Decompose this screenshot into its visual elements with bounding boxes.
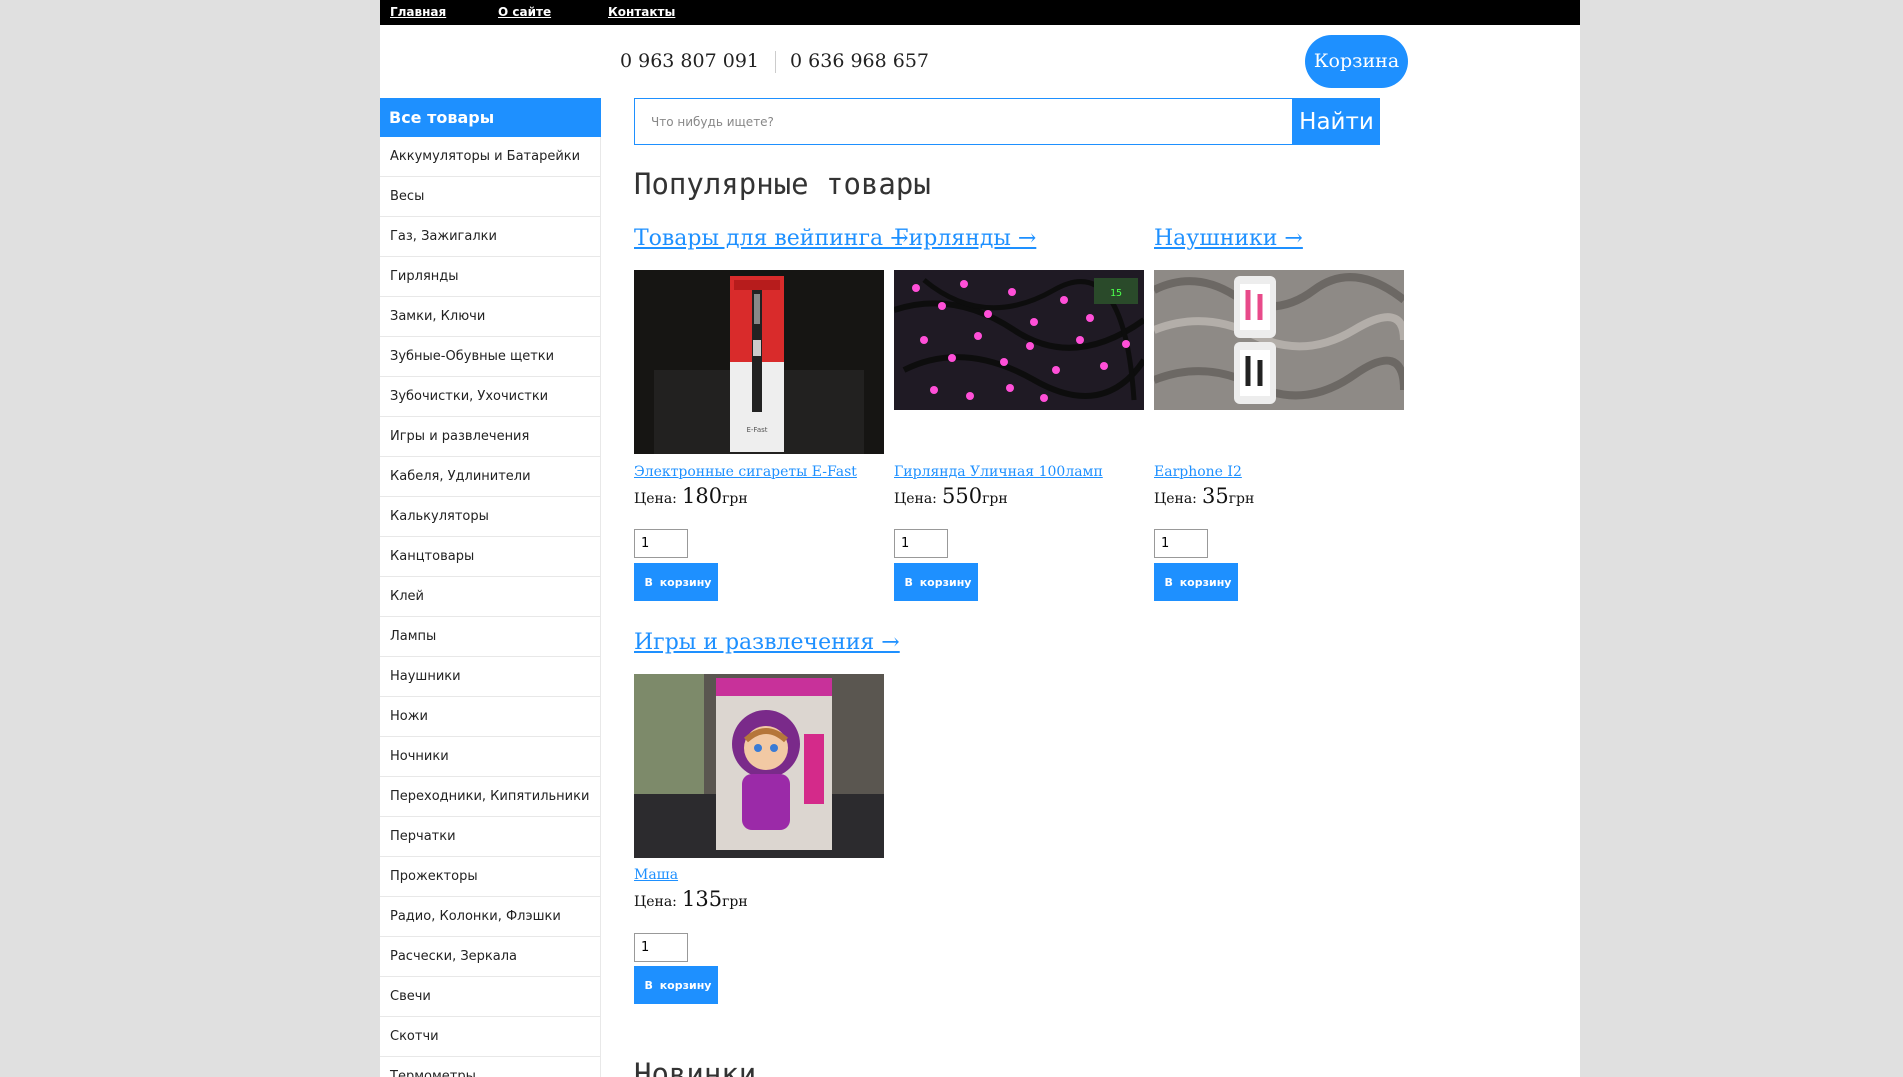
price-currency: грн	[1228, 491, 1255, 507]
sidebar-item-knives[interactable]: Ножи	[380, 697, 601, 737]
nav-link-home[interactable]: Главная	[390, 5, 446, 19]
page: Главная О сайте Контакты 0 963 807 091 0 …	[380, 0, 1580, 1077]
price-label: Цена:	[634, 894, 677, 910]
phone-1: 0 963 807 091	[620, 50, 760, 72]
add-to-cart-button[interactable]: В корзину	[1154, 563, 1238, 601]
sidebar-item-calculators[interactable]: Калькуляторы	[380, 497, 601, 537]
product-link[interactable]: Earphone I2	[1154, 464, 1242, 480]
svg-text:E-Fast: E-Fast	[746, 426, 767, 434]
sidebar-item-headphones[interactable]: Наушники	[380, 657, 601, 697]
price-currency: грн	[722, 491, 748, 507]
sidebar-item-glue[interactable]: Клей	[380, 577, 601, 617]
sidebar-item-games[interactable]: Игры и развлечения	[380, 417, 601, 457]
sidebar-item-batteries[interactable]: Аккумуляторы и Батарейки	[380, 137, 601, 177]
product-link[interactable]: Гирлянда Уличная 100ламп	[894, 464, 1103, 480]
sidebar-item-thermometers[interactable]: Термометры	[380, 1057, 601, 1077]
product-price: Цена: 180грн	[634, 484, 748, 508]
product-price: Цена: 35грн	[1154, 484, 1254, 508]
price-currency: грн	[722, 894, 748, 910]
product-link[interactable]: Электронные сигареты E-Fast	[634, 464, 857, 480]
product-image[interactable]: 15	[894, 270, 1144, 410]
sidebar-item-lamps[interactable]: Лампы	[380, 617, 601, 657]
sidebar-item-gas-lighters[interactable]: Газ, Зажигалки	[380, 217, 601, 257]
sidebar-item-nightlights[interactable]: Ночники	[380, 737, 601, 777]
quantity-input[interactable]	[894, 529, 948, 558]
nav-link-contacts[interactable]: Контакты	[608, 5, 675, 19]
earphones-photo	[1154, 270, 1404, 410]
sidebar-item-candles[interactable]: Свечи	[380, 977, 601, 1017]
sidebar-item-brushes[interactable]: Зубные-Обувные щетки	[380, 337, 601, 377]
category-sidebar: Все товары Аккумуляторы и Батарейки Весы…	[380, 98, 601, 1077]
sidebar-item-stationery[interactable]: Канцтовары	[380, 537, 601, 577]
product-image[interactable]: E-Fast	[634, 270, 884, 454]
price-value: 35	[1201, 484, 1229, 508]
category-link[interactable]: Товары для вейпинга →	[634, 226, 909, 256]
sidebar-item-floodlights[interactable]: Прожекторы	[380, 857, 601, 897]
sidebar-item-tapes[interactable]: Скотчи	[380, 1017, 601, 1057]
sidebar-item-cables[interactable]: Кабеля, Удлинители	[380, 457, 601, 497]
quantity-input[interactable]	[634, 933, 688, 962]
search-button[interactable]: Найти	[1293, 98, 1380, 145]
quantity-input[interactable]	[634, 529, 688, 558]
popular-category-card: Гирлянды → 15	[894, 226, 1146, 410]
new-arrivals-title: Новинки	[634, 1057, 757, 1077]
popular-category-card: Товары для вейпинга → E-Fast	[634, 226, 909, 454]
add-to-cart-button[interactable]: В корзину	[894, 563, 978, 601]
sidebar-item-adapters[interactable]: Переходники, Кипятильники	[380, 777, 601, 817]
price-value: 135	[681, 887, 723, 911]
price-value: 180	[681, 484, 723, 508]
phone-separator	[775, 51, 777, 73]
nav-link-about[interactable]: О сайте	[498, 5, 551, 19]
price-label: Цена:	[894, 491, 937, 507]
sidebar-item-garlands[interactable]: Гирлянды	[380, 257, 601, 297]
sidebar-list: Аккумуляторы и Батарейки Весы Газ, Зажиг…	[380, 137, 601, 1077]
product-image[interactable]	[1154, 270, 1404, 410]
search-input[interactable]	[634, 98, 1293, 145]
category-link[interactable]: Гирлянды →	[894, 226, 1146, 256]
sidebar-item-gloves[interactable]: Перчатки	[380, 817, 601, 857]
popular-title: Популярные товары	[634, 167, 931, 201]
add-to-cart-button[interactable]: В корзину	[634, 966, 718, 1004]
svg-text:15: 15	[1110, 288, 1122, 299]
add-to-cart-button[interactable]: В корзину	[634, 563, 718, 601]
phone-numbers: 0 963 807 091 0 636 968 657	[620, 50, 929, 73]
popular-category-card: Наушники →	[1154, 226, 1406, 410]
category-link[interactable]: Наушники →	[1154, 226, 1406, 256]
popular-category-card: Игры и развлечения →	[634, 630, 900, 858]
sidebar-item-locks-keys[interactable]: Замки, Ключи	[380, 297, 601, 337]
cart-button[interactable]: Корзина	[1305, 35, 1408, 88]
search-bar: Найти	[634, 98, 1380, 145]
product-link[interactable]: Маша	[634, 867, 678, 883]
sidebar-item-toothpicks[interactable]: Зубочистки, Ухочистки	[380, 377, 601, 417]
sidebar-item-combs[interactable]: Расчески, Зеркала	[380, 937, 601, 977]
e-cigarette-photo: E-Fast	[634, 270, 884, 454]
price-value: 550	[941, 484, 983, 508]
product-price: Цена: 135грн	[634, 887, 748, 911]
product-image[interactable]	[634, 674, 884, 858]
price-label: Цена:	[1154, 491, 1197, 507]
price-label: Цена:	[634, 491, 677, 507]
sidebar-item-radio[interactable]: Радио, Колонки, Флэшки	[380, 897, 601, 937]
sidebar-item-scales[interactable]: Весы	[380, 177, 601, 217]
product-price: Цена: 550грн	[894, 484, 1008, 508]
led-garland-photo: 15	[894, 270, 1144, 410]
sidebar-title[interactable]: Все товары	[380, 98, 601, 137]
quantity-input[interactable]	[1154, 529, 1208, 558]
price-currency: грн	[982, 491, 1008, 507]
phone-2: 0 636 968 657	[790, 50, 930, 72]
top-nav-bar: Главная О сайте Контакты	[380, 0, 1580, 25]
masha-doll-photo	[634, 674, 884, 858]
category-link[interactable]: Игры и развлечения →	[634, 630, 900, 660]
